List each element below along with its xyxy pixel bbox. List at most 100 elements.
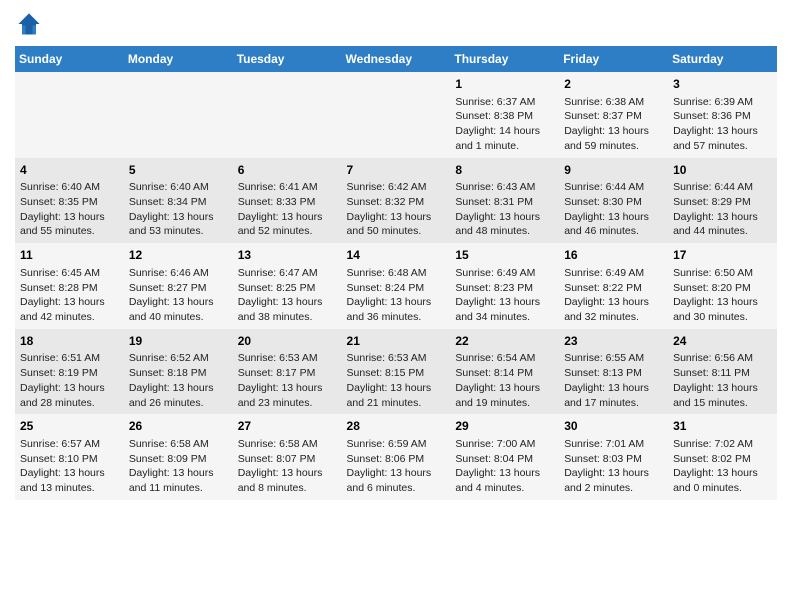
day-number: 18 bbox=[20, 333, 119, 350]
calendar-table: SundayMondayTuesdayWednesdayThursdayFrid… bbox=[15, 46, 777, 500]
day-number: 20 bbox=[238, 333, 337, 350]
calendar-day: 31 Sunrise: 7:02 AM Sunset: 8:02 PM Dayli… bbox=[668, 414, 777, 500]
calendar-day: 29 Sunrise: 7:00 AM Sunset: 8:04 PM Dayli… bbox=[450, 414, 559, 500]
calendar-day: 12 Sunrise: 6:46 AM Sunset: 8:27 PM Dayli… bbox=[124, 243, 233, 329]
calendar-day bbox=[233, 72, 342, 158]
calendar-day: 7Sunrise: 6:42 AM Sunset: 8:32 PM Daylig… bbox=[342, 158, 451, 244]
calendar-day: 20Sunrise: 6:53 AM Sunset: 8:17 PM Dayli… bbox=[233, 329, 342, 415]
day-number: 10 bbox=[673, 162, 772, 179]
calendar-day bbox=[342, 72, 451, 158]
calendar-day: 27 Sunrise: 6:58 AM Sunset: 8:07 PM Dayli… bbox=[233, 414, 342, 500]
calendar-day: 30 Sunrise: 7:01 AM Sunset: 8:03 PM Dayli… bbox=[559, 414, 668, 500]
calendar-day: 5Sunrise: 6:40 AM Sunset: 8:34 PM Daylig… bbox=[124, 158, 233, 244]
day-number: 22 bbox=[455, 333, 554, 350]
calendar-day: 16Sunrise: 6:49 AM Sunset: 8:22 PM Dayli… bbox=[559, 243, 668, 329]
day-number: 1 bbox=[455, 76, 554, 93]
calendar-day: 9Sunrise: 6:44 AM Sunset: 8:30 PM Daylig… bbox=[559, 158, 668, 244]
calendar-day: 11Sunrise: 6:45 AM Sunset: 8:28 PM Dayli… bbox=[15, 243, 124, 329]
calendar-day: 8Sunrise: 6:43 AM Sunset: 8:31 PM Daylig… bbox=[450, 158, 559, 244]
day-number: 13 bbox=[238, 247, 337, 264]
day-number: 4 bbox=[20, 162, 119, 179]
day-number: 29 bbox=[455, 418, 554, 435]
calendar-week-2: 4Sunrise: 6:40 AM Sunset: 8:35 PM Daylig… bbox=[15, 158, 777, 244]
day-number: 31 bbox=[673, 418, 772, 435]
calendar-day: 18Sunrise: 6:51 AM Sunset: 8:19 PM Dayli… bbox=[15, 329, 124, 415]
day-info: Sunrise: 6:59 AM Sunset: 8:06 PM Dayligh… bbox=[347, 437, 446, 496]
calendar-week-3: 11Sunrise: 6:45 AM Sunset: 8:28 PM Dayli… bbox=[15, 243, 777, 329]
calendar-day: 6Sunrise: 6:41 AM Sunset: 8:33 PM Daylig… bbox=[233, 158, 342, 244]
day-info: Sunrise: 7:01 AM Sunset: 8:03 PM Dayligh… bbox=[564, 437, 663, 496]
day-info: Sunrise: 7:02 AM Sunset: 8:02 PM Dayligh… bbox=[673, 437, 772, 496]
day-number: 7 bbox=[347, 162, 446, 179]
day-number: 30 bbox=[564, 418, 663, 435]
day-info: Sunrise: 6:50 AM Sunset: 8:20 PM Dayligh… bbox=[673, 266, 772, 325]
calendar-day: 22Sunrise: 6:54 AM Sunset: 8:14 PM Dayli… bbox=[450, 329, 559, 415]
calendar-day: 26Sunrise: 6:58 AM Sunset: 8:09 PM Dayli… bbox=[124, 414, 233, 500]
day-info: Sunrise: 6:37 AM Sunset: 8:38 PM Dayligh… bbox=[455, 95, 554, 154]
calendar-week-4: 18Sunrise: 6:51 AM Sunset: 8:19 PM Dayli… bbox=[15, 329, 777, 415]
day-number: 3 bbox=[673, 76, 772, 93]
day-info: Sunrise: 7:00 AM Sunset: 8:04 PM Dayligh… bbox=[455, 437, 554, 496]
day-info: Sunrise: 6:54 AM Sunset: 8:14 PM Dayligh… bbox=[455, 351, 554, 410]
day-info: Sunrise: 6:41 AM Sunset: 8:33 PM Dayligh… bbox=[238, 180, 337, 239]
day-info: Sunrise: 6:40 AM Sunset: 8:35 PM Dayligh… bbox=[20, 180, 119, 239]
day-number: 9 bbox=[564, 162, 663, 179]
day-info: Sunrise: 6:52 AM Sunset: 8:18 PM Dayligh… bbox=[129, 351, 228, 410]
logo bbox=[15, 10, 47, 38]
calendar-day: 28 Sunrise: 6:59 AM Sunset: 8:06 PM Dayli… bbox=[342, 414, 451, 500]
day-number: 28 bbox=[347, 418, 446, 435]
calendar-day: 25 Sunrise: 6:57 AM Sunset: 8:10 PM Dayli… bbox=[15, 414, 124, 500]
day-info: Sunrise: 6:44 AM Sunset: 8:30 PM Dayligh… bbox=[564, 180, 663, 239]
day-info: Sunrise: 6:40 AM Sunset: 8:34 PM Dayligh… bbox=[129, 180, 228, 239]
day-info: Sunrise: 6:53 AM Sunset: 8:15 PM Dayligh… bbox=[347, 351, 446, 410]
day-number: 27 bbox=[238, 418, 337, 435]
day-number: 17 bbox=[673, 247, 772, 264]
weekday-header-tuesday: Tuesday bbox=[233, 46, 342, 72]
weekday-header-thursday: Thursday bbox=[450, 46, 559, 72]
calendar-day: 1 Sunrise: 6:37 AM Sunset: 8:38 PM Daylig… bbox=[450, 72, 559, 158]
day-info: Sunrise: 6:39 AM Sunset: 8:36 PM Dayligh… bbox=[673, 95, 772, 154]
day-info: Sunrise: 6:58 AM Sunset: 8:07 PM Dayligh… bbox=[238, 437, 337, 496]
day-info: Sunrise: 6:55 AM Sunset: 8:13 PM Dayligh… bbox=[564, 351, 663, 410]
logo-icon bbox=[15, 10, 43, 38]
day-info: Sunrise: 6:49 AM Sunset: 8:22 PM Dayligh… bbox=[564, 266, 663, 325]
day-number: 14 bbox=[347, 247, 446, 264]
day-info: Sunrise: 6:56 AM Sunset: 8:11 PM Dayligh… bbox=[673, 351, 772, 410]
day-info: Sunrise: 6:44 AM Sunset: 8:29 PM Dayligh… bbox=[673, 180, 772, 239]
day-number: 6 bbox=[238, 162, 337, 179]
day-info: Sunrise: 6:46 AM Sunset: 8:27 PM Dayligh… bbox=[129, 266, 228, 325]
calendar-week-5: 25 Sunrise: 6:57 AM Sunset: 8:10 PM Dayli… bbox=[15, 414, 777, 500]
day-number: 2 bbox=[564, 76, 663, 93]
day-info: Sunrise: 6:58 AM Sunset: 8:09 PM Dayligh… bbox=[129, 437, 228, 496]
day-info: Sunrise: 6:49 AM Sunset: 8:23 PM Dayligh… bbox=[455, 266, 554, 325]
day-info: Sunrise: 6:48 AM Sunset: 8:24 PM Dayligh… bbox=[347, 266, 446, 325]
day-info: Sunrise: 6:47 AM Sunset: 8:25 PM Dayligh… bbox=[238, 266, 337, 325]
day-info: Sunrise: 6:51 AM Sunset: 8:19 PM Dayligh… bbox=[20, 351, 119, 410]
day-number: 25 bbox=[20, 418, 119, 435]
weekday-header-monday: Monday bbox=[124, 46, 233, 72]
day-number: 5 bbox=[129, 162, 228, 179]
day-number: 8 bbox=[455, 162, 554, 179]
day-info: Sunrise: 6:57 AM Sunset: 8:10 PM Dayligh… bbox=[20, 437, 119, 496]
day-number: 12 bbox=[129, 247, 228, 264]
day-info: Sunrise: 6:43 AM Sunset: 8:31 PM Dayligh… bbox=[455, 180, 554, 239]
day-info: Sunrise: 6:38 AM Sunset: 8:37 PM Dayligh… bbox=[564, 95, 663, 154]
calendar-week-1: 1 Sunrise: 6:37 AM Sunset: 8:38 PM Daylig… bbox=[15, 72, 777, 158]
weekday-header-row: SundayMondayTuesdayWednesdayThursdayFrid… bbox=[15, 46, 777, 72]
calendar-day: 17 Sunrise: 6:50 AM Sunset: 8:20 PM Dayli… bbox=[668, 243, 777, 329]
weekday-header-saturday: Saturday bbox=[668, 46, 777, 72]
calendar-day: 2 Sunrise: 6:38 AM Sunset: 8:37 PM Daylig… bbox=[559, 72, 668, 158]
day-number: 19 bbox=[129, 333, 228, 350]
calendar-day: 23Sunrise: 6:55 AM Sunset: 8:13 PM Dayli… bbox=[559, 329, 668, 415]
day-number: 11 bbox=[20, 247, 119, 264]
weekday-header-sunday: Sunday bbox=[15, 46, 124, 72]
weekday-header-wednesday: Wednesday bbox=[342, 46, 451, 72]
day-info: Sunrise: 6:53 AM Sunset: 8:17 PM Dayligh… bbox=[238, 351, 337, 410]
day-number: 21 bbox=[347, 333, 446, 350]
header bbox=[15, 10, 777, 38]
day-number: 23 bbox=[564, 333, 663, 350]
calendar-day: 24Sunrise: 6:56 AM Sunset: 8:11 PM Dayli… bbox=[668, 329, 777, 415]
calendar-day: 13 Sunrise: 6:47 AM Sunset: 8:25 PM Dayli… bbox=[233, 243, 342, 329]
calendar-day: 14 Sunrise: 6:48 AM Sunset: 8:24 PM Dayli… bbox=[342, 243, 451, 329]
weekday-header-friday: Friday bbox=[559, 46, 668, 72]
